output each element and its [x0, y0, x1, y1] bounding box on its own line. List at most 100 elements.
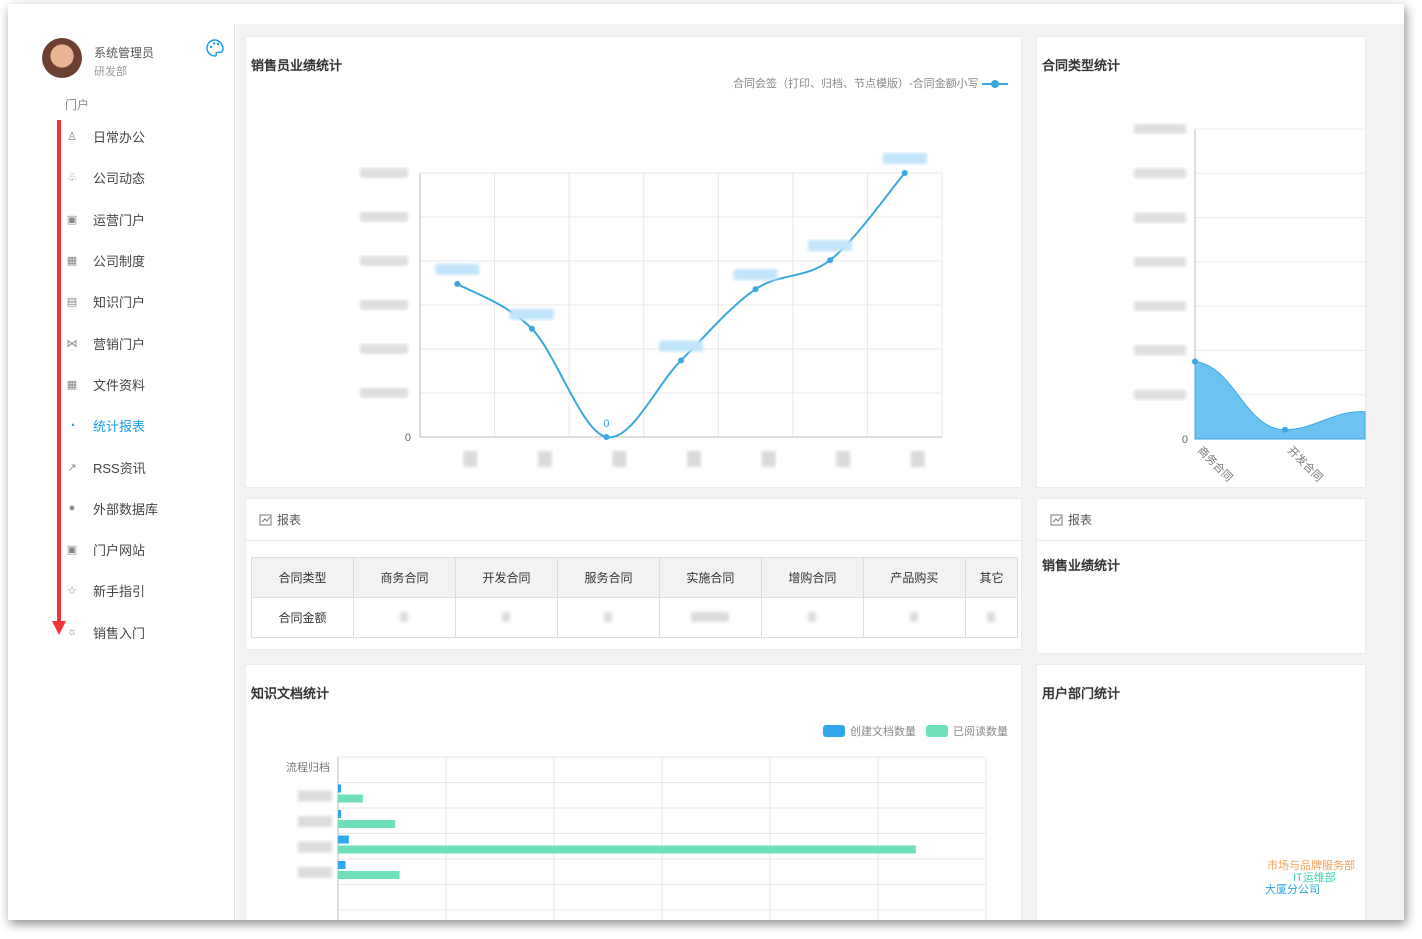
- table-cell-blurred: [964, 597, 1019, 638]
- data-point: [603, 434, 610, 440]
- sidebar-item[interactable]: ◔ 统计报表: [60, 405, 230, 446]
- y-tick-label: 0: [1182, 434, 1188, 446]
- blurred-data-label: [808, 240, 853, 252]
- blurred-y-tick: [360, 388, 408, 398]
- people-icon: ♧: [67, 172, 77, 185]
- blurred-y-tick: [1134, 124, 1186, 134]
- share-icon: ⋈: [66, 337, 78, 350]
- table-header-cell: 服务合同: [556, 557, 660, 598]
- blurred-x-tick: [761, 451, 776, 467]
- sidebar-item[interactable]: ⋈ 营销门户: [60, 322, 230, 363]
- sidebar-item[interactable]: ▦ 文件资料: [60, 364, 230, 405]
- blurred-x-tick: [612, 451, 627, 467]
- user-icon: ♙: [67, 131, 77, 144]
- blurred-y-tick: [360, 256, 408, 266]
- blurred-value: [502, 611, 511, 622]
- sidebar-item[interactable]: ♙ 日常办公: [60, 116, 230, 157]
- table-cell-blurred: [454, 597, 558, 638]
- table-cell-blurred: [862, 597, 966, 638]
- sidebar-item-label: 知识门户: [93, 295, 146, 311]
- sidebar-item-label: 门户网站: [93, 543, 146, 559]
- blurred-y-tick: [1134, 345, 1186, 356]
- blurred-value: [910, 611, 919, 622]
- blurred-y-tick: [360, 344, 408, 354]
- image-icon: ▣: [66, 544, 78, 557]
- grid-icon: ▦: [66, 378, 78, 391]
- blurred-y-tick: [298, 816, 332, 827]
- table-header-cell: 其它: [964, 557, 1019, 598]
- sidebar-item-label: 公司制度: [93, 254, 146, 270]
- report2-icon: [1050, 514, 1063, 525]
- knowledge-docs-card: 知识文档统计 创建文档数量 已阅读数量 流程归档: [245, 664, 1022, 920]
- sidebar-item[interactable]: ☆ 新手指引: [60, 570, 230, 611]
- sidebar-item[interactable]: ↗ RSS资讯: [60, 446, 230, 487]
- blurred-y-tick: [360, 212, 408, 222]
- blurred-data-label: [733, 269, 778, 281]
- data-point: [901, 170, 908, 176]
- dept-stats-title: 用户部门统计: [1042, 686, 1121, 701]
- sidebar-item-label: 公司动态: [93, 171, 146, 187]
- table-cell-blurred: [556, 597, 660, 638]
- area-series: [1194, 360, 1366, 440]
- sun-icon: ☼: [66, 626, 78, 639]
- table-header-cell: 商务合同: [352, 557, 456, 598]
- sidebar-item[interactable]: ● 外部数据库: [60, 488, 230, 529]
- rss-icon: ↗: [67, 461, 77, 474]
- user-dept: 研发部: [94, 66, 127, 78]
- sidebar-nav: ♙ 日常办公 ♧ 公司动态 ▣ 运营门户 ▦ 公司制度 ▤ 知识门户 ⋈ 营销门户 ▦ 文件资料 ◔ 统计报表…: [60, 116, 230, 653]
- bar-read: [338, 794, 363, 803]
- data-point: [1282, 426, 1288, 433]
- blurred-data-label: [435, 263, 480, 275]
- sidebar-item[interactable]: ♧ 公司动态: [60, 157, 230, 198]
- link-icon: ●: [68, 502, 76, 515]
- sidebar: 系统管理员 研发部 门户 ♙ 日常办公 ♧ 公司动态 ▣ 运营门户 ▦ 公司制度 ▤ 知识门户 ⋈ 营…: [8, 4, 234, 920]
- bar-created: [338, 810, 341, 818]
- palette-icon[interactable]: [205, 38, 225, 58]
- blurred-y-tick: [1134, 212, 1186, 223]
- x-tick-label: 商务合同: [1195, 443, 1236, 484]
- blurred-y-tick: [360, 300, 408, 310]
- blurred-y-tick: [298, 867, 332, 878]
- sidebar-item[interactable]: ▣ 门户网站: [60, 529, 230, 570]
- knowledge-bar-chart: 流程归档: [286, 756, 987, 920]
- sidebar-item-label: 日常办公: [93, 130, 146, 146]
- blurred-y-tick: [360, 168, 408, 178]
- bar-created: [338, 861, 346, 869]
- sidebar-item[interactable]: ▦ 公司制度: [60, 240, 230, 281]
- data-point: [827, 257, 834, 264]
- report2-header: 报表: [1037, 499, 1365, 541]
- report2-header-label: 报表: [1068, 513, 1093, 527]
- table-header-cell: 开发合同: [454, 557, 558, 598]
- blurred-x-tick: [687, 451, 701, 467]
- blurred-x-tick: [836, 451, 851, 467]
- sidebar-item-label: RSS资讯: [93, 460, 146, 476]
- table-header-row: 合同类型 商务合同 开发合同 服务合同 实施合同 增购合同 产品购买 其它: [251, 557, 1019, 598]
- table-header-cell: 产品购买: [862, 557, 966, 598]
- user-name: 系统管理员: [94, 46, 155, 60]
- table-cell-blurred: [352, 597, 456, 638]
- sidebar-item-label: 外部数据库: [93, 501, 159, 517]
- blurred-value: [691, 611, 730, 622]
- avatar[interactable]: [42, 38, 82, 78]
- blurred-value: [808, 611, 817, 622]
- bar-read: [338, 845, 916, 854]
- bar-read: [338, 871, 400, 879]
- blurred-value: [604, 611, 613, 622]
- image-icon: ▣: [66, 213, 78, 226]
- dept-label-branch: 大厦分公司: [1265, 884, 1320, 896]
- app-frame: 系统管理员 研发部 门户 ♙ 日常办公 ♧ 公司动态 ▣ 运营门户 ▦ 公司制度 ▤ 知识门户 ⋈ 营…: [8, 4, 1404, 920]
- sidebar-item[interactable]: ▣ 运营门户: [60, 199, 230, 240]
- sidebar-item[interactable]: ☼ 销售入门: [60, 612, 230, 653]
- contract-type-card: 合同类型统计 0 商务合同 开发合同: [1036, 36, 1367, 488]
- sidebar-item-label: 统计报表: [93, 419, 146, 435]
- sidebar-item[interactable]: ▤ 知识门户: [60, 281, 230, 322]
- blurred-x-tick: [910, 451, 925, 467]
- table-header-cell: 实施合同: [658, 557, 762, 598]
- data-point: [1192, 358, 1198, 365]
- report-header-label: 报表: [277, 513, 302, 527]
- sales-performance-card: 销售员业绩统计 合同会签（打印、归档、节点模版）-合同金额小写 00: [245, 36, 1022, 488]
- contract-area-chart: 0 商务合同 开发合同: [1134, 124, 1367, 484]
- blurred-x-tick: [537, 451, 552, 467]
- blurred-y-tick: [298, 790, 332, 802]
- sidebar-item-label: 营销门户: [93, 336, 146, 352]
